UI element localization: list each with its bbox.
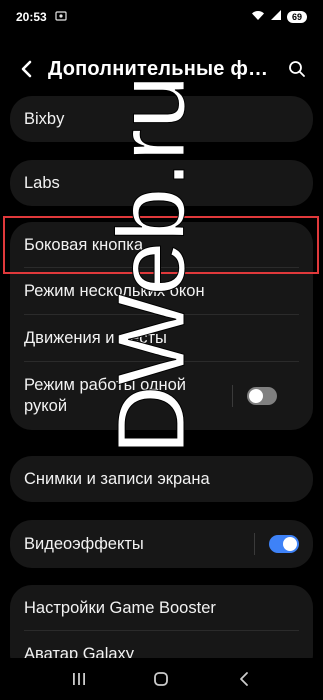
wifi-icon — [251, 10, 265, 24]
video-effects-card: Видеоэффекты — [10, 520, 313, 568]
item-label: Движения и жесты — [24, 329, 167, 348]
toggle-separator — [232, 385, 233, 407]
item-label: Режим работы одной рукой — [24, 376, 187, 415]
item-label: Режим нескольких окон — [24, 282, 205, 301]
settings-item-game-booster[interactable]: Настройки Game Booster — [10, 585, 313, 631]
one-handed-mode-toggle[interactable] — [247, 387, 277, 405]
highlight-box — [3, 216, 319, 274]
settings-item-labs[interactable]: Labs — [10, 160, 313, 206]
toggle-separator — [254, 533, 255, 555]
settings-item-video-effects[interactable]: Видеоэффекты — [10, 520, 313, 568]
back-icon[interactable] — [224, 664, 264, 694]
item-label: Labs — [24, 173, 60, 192]
labs-card: Labs — [10, 160, 313, 206]
chevron-left-icon[interactable] — [16, 58, 38, 80]
item-label: Bixby — [24, 109, 65, 128]
navigation-bar — [0, 658, 323, 700]
page-title: Дополнительные ф… — [48, 57, 269, 80]
bixby-card: Bixby — [10, 96, 313, 142]
video-effects-toggle[interactable] — [269, 535, 299, 553]
recents-icon[interactable] — [59, 664, 99, 694]
status-time: 20:53 — [16, 10, 47, 24]
home-icon[interactable] — [141, 664, 181, 694]
settings-item-bixby[interactable]: Bixby — [10, 96, 313, 142]
settings-item-motions-gestures[interactable]: Движения и жесты — [10, 315, 313, 362]
app-header: Дополнительные ф… — [0, 50, 323, 88]
item-label: Видеоэффекты — [24, 534, 144, 553]
battery-indicator: 69 — [286, 11, 307, 23]
item-label: Настройки Game Booster — [24, 598, 216, 617]
signal-icon — [270, 10, 282, 24]
screenshots-card: Снимки и записи экрана — [10, 456, 313, 502]
toggle-knob — [249, 389, 263, 403]
search-icon[interactable] — [285, 57, 309, 81]
settings-item-one-handed-mode[interactable]: Режим работы одной рукой — [10, 362, 313, 430]
settings-item-multi-window[interactable]: Режим нескольких окон — [10, 268, 313, 315]
toggle-knob — [283, 537, 297, 551]
settings-item-screenshots[interactable]: Снимки и записи экрана — [10, 456, 313, 502]
screenshot-icon — [55, 10, 67, 24]
item-label: Снимки и записи экрана — [24, 469, 210, 488]
status-bar: 20:53 69 — [0, 0, 323, 34]
